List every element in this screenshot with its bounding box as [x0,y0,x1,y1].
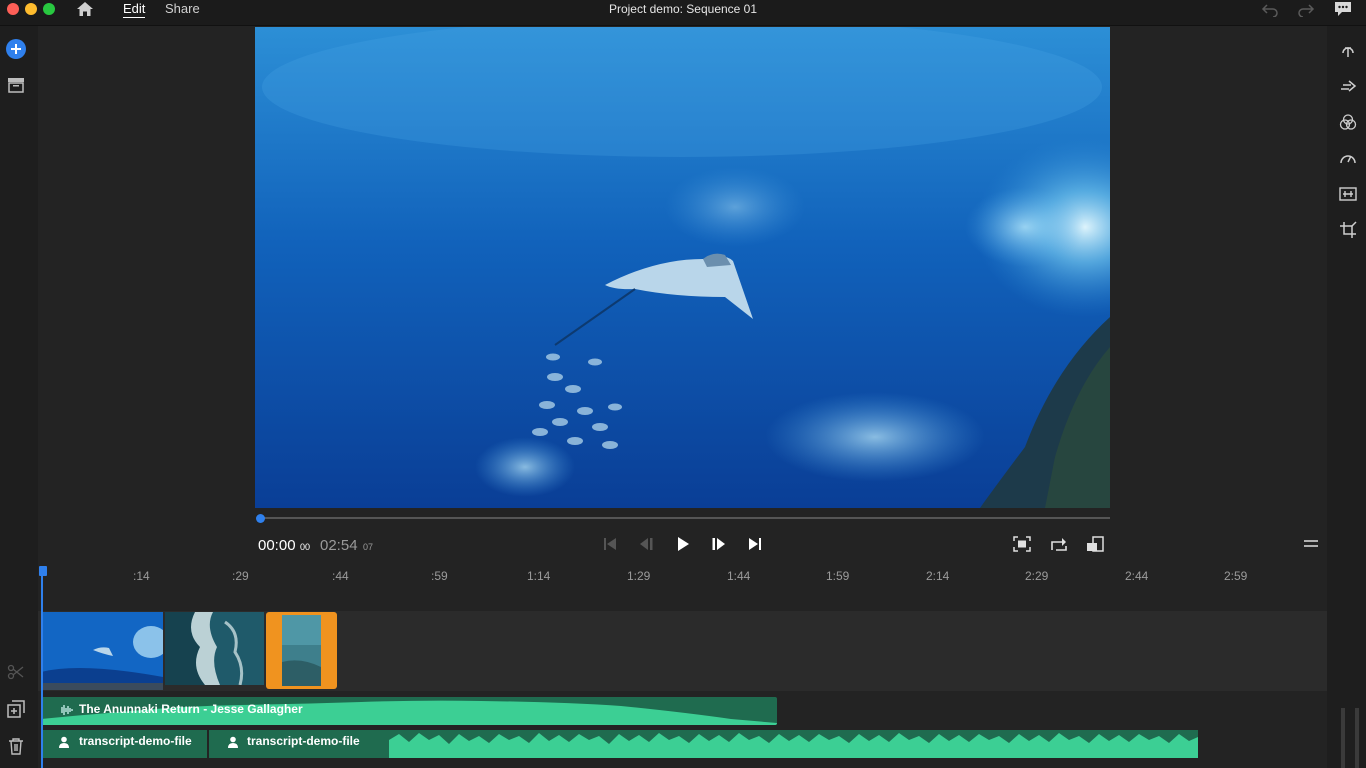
playhead-handle[interactable] [39,566,47,576]
menu-icon[interactable] [1302,536,1320,552]
play-icon[interactable] [674,536,692,552]
fit-icon[interactable] [1013,536,1031,552]
ruler-tick: 1:59 [826,569,850,583]
aspect-icon[interactable] [1086,536,1104,552]
loop-icon[interactable] [1050,536,1068,552]
window-title: Project demo: Sequence 01 [608,2,758,16]
voice-clip-label: transcript-demo-file [79,734,192,748]
video-clip-reef[interactable] [165,612,264,685]
ruler-tick: 2:29 [1025,569,1049,583]
color-icon[interactable] [1339,113,1357,131]
ruler-tick: 1:44 [727,569,751,583]
audio-meter-left [1341,708,1345,768]
step-back-icon[interactable] [637,536,655,552]
audio-meter-right [1355,708,1359,768]
ruler-tick: :14 [133,569,150,583]
media-icon[interactable] [7,77,25,93]
ruler-tick: 2:44 [1125,569,1149,583]
video-clip-manta[interactable] [41,612,163,685]
scrubber-handle[interactable] [256,514,265,523]
underwater-manta-ray-image [255,27,1110,508]
crop-icon[interactable] [1339,221,1357,239]
undo-icon[interactable] [1261,1,1279,18]
ruler-tick: :59 [431,569,448,583]
audio-icon[interactable] [1339,185,1357,203]
title-bar: Edit Share Project demo: Sequence 01 [0,0,1366,26]
total-duration-frames: 07 [363,542,374,552]
transitions-icon[interactable] [1339,77,1357,95]
person-icon [58,735,70,748]
music-clip-label: The Anunnaki Return - Jesse Gallagher [79,702,303,716]
timeline-ruler[interactable]: :14 :29 :44 :59 1:14 1:29 1:44 1:59 2:14… [38,564,1327,586]
ruler-tick: 1:29 [627,569,651,583]
step-forward-icon[interactable] [710,536,728,552]
scrubber-track[interactable] [258,517,1110,519]
ruler-tick: 2:59 [1224,569,1248,583]
voice-clip-label: transcript-demo-file [247,734,360,748]
video-preview[interactable] [255,27,1110,508]
clip-trim-bar [41,683,163,690]
razor-icon[interactable] [7,664,25,680]
duplicate-icon[interactable] [7,700,25,718]
total-duration: 02:54 [320,537,358,554]
comment-icon[interactable] [1334,1,1352,17]
skip-to-end-icon[interactable] [746,536,764,552]
ruler-tick: :29 [232,569,249,583]
ruler-tick: 1:14 [527,569,551,583]
right-toolbar [1327,26,1366,768]
video-clip-selected[interactable] [266,612,337,689]
skip-to-start-icon[interactable] [601,536,619,552]
titles-icon[interactable] [1339,40,1357,58]
left-toolbar [0,26,38,768]
speed-icon[interactable] [1339,149,1357,167]
current-timecode: 00:00 [258,537,296,554]
ruler-tick: 2:14 [926,569,950,583]
audio-clip-icon [59,703,73,715]
redo-icon[interactable] [1297,1,1315,18]
ruler-tick: :44 [332,569,349,583]
playhead[interactable] [41,572,43,768]
person-icon [227,735,239,748]
current-timecode-frames: 00 [300,542,311,552]
trash-icon[interactable] [7,737,25,755]
add-icon[interactable] [6,39,26,59]
voice-track[interactable] [41,730,1198,758]
